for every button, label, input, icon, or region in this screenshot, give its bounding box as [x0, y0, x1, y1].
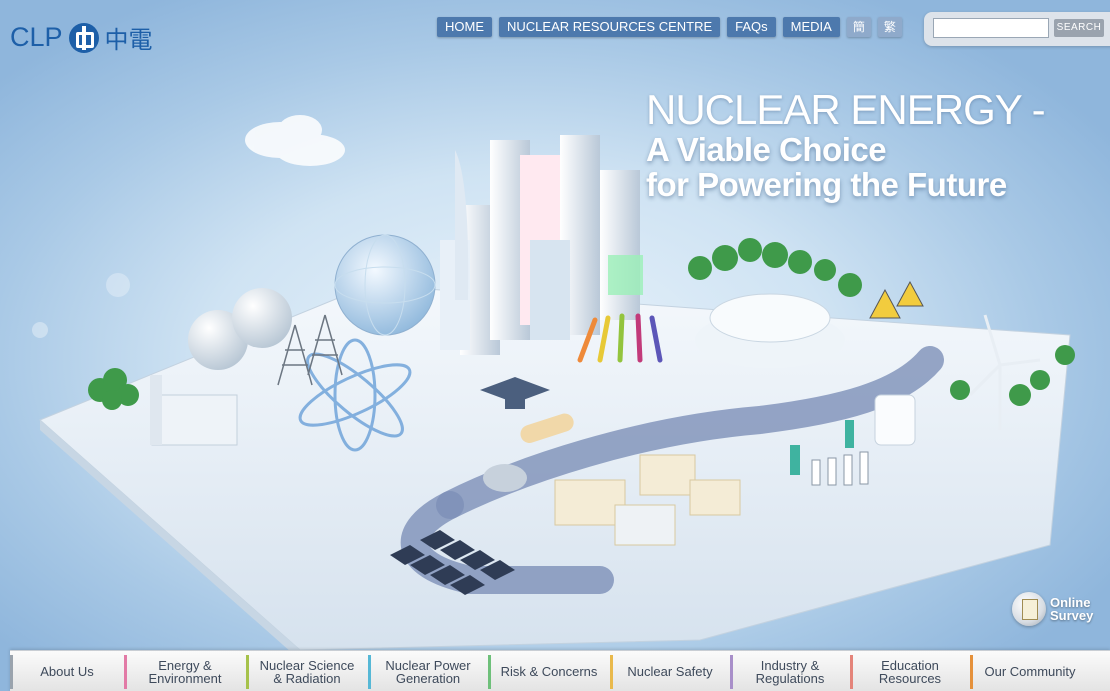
nav-nuclear-safety[interactable]: Nuclear Safety: [610, 651, 730, 691]
online-survey-link[interactable]: Online Survey: [1012, 592, 1093, 626]
clp-emblem-icon: [68, 22, 99, 53]
nav-color-bar: [850, 655, 853, 689]
nav-label: Nuclear Safety: [627, 664, 713, 679]
nav-home-link[interactable]: HOME: [437, 17, 492, 37]
hero-stage: CLP 中電 HOME NUCLEAR RESOURCES CENTRE FAQ…: [0, 0, 1110, 691]
headline-line-2: A Viable Choice: [646, 131, 887, 168]
nav-energy-environment[interactable]: Energy & Environment: [124, 651, 246, 691]
nav-color-bar: [368, 655, 371, 689]
nav-media-link[interactable]: MEDIA: [782, 17, 840, 37]
logo-text: CLP: [10, 22, 63, 52]
nav-about-us[interactable]: About Us: [10, 651, 124, 691]
nav-label: Risk & Concerns: [500, 664, 598, 679]
nav-label-2: Regulations: [755, 670, 825, 686]
nav-faqs-link[interactable]: FAQs: [727, 17, 776, 37]
nav-color-bar: [488, 655, 491, 689]
nav-industry-regulations[interactable]: Industry & Regulations: [730, 651, 850, 691]
search-button[interactable]: SEARCH: [1054, 19, 1104, 37]
survey-clipboard-icon: [1012, 592, 1046, 626]
nav-color-bar: [970, 655, 973, 689]
nav-label: Education: [881, 657, 939, 673]
cloud: [245, 115, 345, 166]
nav-label: Nuclear Science: [259, 657, 355, 673]
nav-label-2: Environment: [148, 670, 222, 686]
nav-color-bar: [246, 655, 249, 689]
lang-traditional-link[interactable]: 繁: [877, 17, 902, 37]
nav-label: Energy &: [158, 657, 212, 673]
nav-risk-concerns[interactable]: Risk & Concerns: [488, 651, 610, 691]
lang-simplified-link[interactable]: 簡: [846, 17, 871, 37]
nav-nuclear-science-radiation[interactable]: Nuclear Science & Radiation: [246, 651, 368, 691]
nav-education-resources[interactable]: Education Resources: [850, 651, 970, 691]
nav-label: Industry &: [760, 657, 820, 673]
nav-label: Nuclear Power: [385, 657, 471, 673]
nav-color-bar: [124, 655, 127, 689]
globe: [334, 234, 436, 336]
headline-line-1: NUCLEAR ENERGY -: [646, 86, 1046, 133]
headline-line-3: for Powering the Future: [646, 166, 1007, 203]
clp-logo[interactable]: CLP 中電: [10, 20, 153, 55]
nav-label-2: & Radiation: [273, 670, 341, 686]
nav-color-bar: [610, 655, 613, 689]
nav-nuclear-power-generation[interactable]: Nuclear Power Generation: [368, 651, 488, 691]
nav-color-bar: [730, 655, 733, 689]
nav-label: Our Community: [984, 664, 1076, 679]
nav-our-community[interactable]: Our Community: [970, 651, 1090, 691]
nav-label-2: Resources: [878, 670, 942, 686]
search-input[interactable]: [933, 18, 1049, 38]
nav-nuclear-resources-centre-link[interactable]: NUCLEAR RESOURCES CENTRE: [499, 17, 721, 37]
nav-color-bar: [10, 655, 13, 689]
nav-label: About Us: [40, 664, 94, 679]
top-navigation: HOME NUCLEAR RESOURCES CENTRE FAQs MEDIA…: [437, 17, 902, 37]
logo-chinese-text: 中電: [104, 26, 153, 54]
nav-label-2: Generation: [395, 670, 461, 686]
hero-headline: NUCLEAR ENERGY - A Viable Choice for Pow…: [646, 86, 1046, 203]
main-navigation: About Us Energy & Environment Nuclear Sci…: [10, 650, 1110, 691]
search-box: SEARCH: [924, 12, 1110, 46]
survey-label-line-2: Survey: [1050, 608, 1094, 623]
